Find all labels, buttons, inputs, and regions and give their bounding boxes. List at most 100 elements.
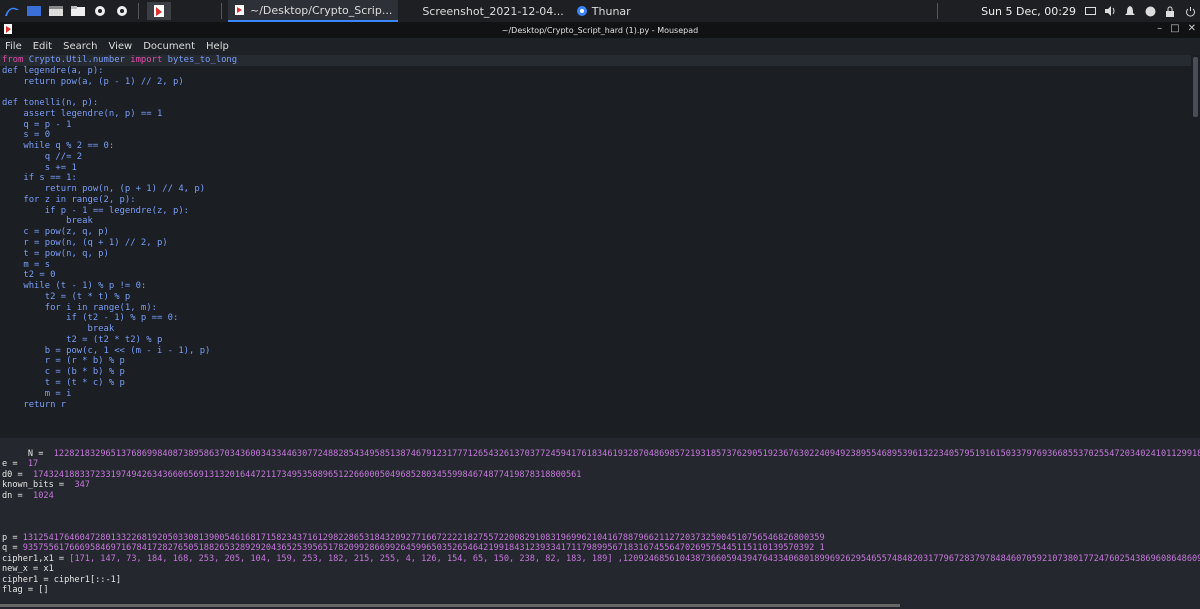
menu-file[interactable]: File: [0, 41, 28, 52]
code-line[interactable]: from Crypto.Util.number import bytes_to_…: [0, 55, 1191, 66]
code-line[interactable]: return pow(n, (p + 1) // 4, p): [0, 184, 1191, 195]
code-line[interactable]: q = p - 1: [0, 120, 1191, 131]
terminal-line: cipher1,x1 = [171, 147, 73, 184, 168, 25…: [0, 554, 1200, 565]
folder-icon: [576, 6, 587, 16]
desktop-icon[interactable]: [24, 2, 44, 20]
menu-search[interactable]: Search: [58, 41, 103, 52]
taskbar-item-label: Thunar: [591, 4, 631, 18]
minimize-icon[interactable]: –: [1157, 23, 1162, 34]
code-line[interactable]: t2 = (t2 * t2) % p: [0, 335, 1191, 346]
terminal-line: flag = []: [0, 585, 1200, 596]
code-line[interactable]: if s == 1:: [0, 173, 1191, 184]
code-editor[interactable]: from Crypto.Util.number import bytes_to_…: [0, 55, 1191, 438]
terminal-launcher-icon[interactable]: [46, 2, 66, 20]
menu-view[interactable]: View: [103, 41, 138, 52]
code-line[interactable]: for z in range(2, p):: [0, 195, 1191, 206]
code-line[interactable]: [0, 87, 1191, 98]
system-tray: Sun 5 Dec, 00:29: [981, 0, 1196, 22]
terminal-line: new_x = x1: [0, 564, 1200, 575]
panel-separator: [936, 3, 938, 19]
terminal-label: flag = []: [2, 585, 49, 595]
menu-document[interactable]: Document: [138, 41, 201, 52]
window-title: ~/Desktop/Crypto_Script_hard (1).py - Mo…: [501, 25, 699, 35]
taskbar-item-mousepad[interactable]: ~/Desktop/Crypto_Scrip...: [228, 0, 399, 22]
terminal-value: 347: [74, 480, 90, 490]
code-line[interactable]: t = pow(n, q, p): [0, 249, 1191, 260]
code-line[interactable]: c = pow(z, q, p): [0, 227, 1191, 238]
clock[interactable]: Sun 5 Dec, 00:29: [981, 5, 1076, 18]
code-line[interactable]: r = (r * b) % p: [0, 356, 1191, 367]
network-icon[interactable]: [1144, 5, 1156, 17]
code-line[interactable]: while q % 2 == 0:: [0, 141, 1191, 152]
lock-icon[interactable]: [1164, 5, 1176, 17]
scrollbar-thumb[interactable]: [1193, 57, 1198, 117]
taskbar-item-thunar[interactable]: Thunar: [570, 0, 637, 22]
power-icon[interactable]: [1184, 5, 1196, 17]
top-panel: ~/Desktop/Crypto_Scrip... Screenshot_202…: [0, 0, 1200, 22]
code-line[interactable]: return pow(a, (p - 1) // 2, p): [0, 77, 1191, 88]
code-line[interactable]: s += 1: [0, 163, 1191, 174]
terminal-output[interactable]: N = 122821832965137686998408738958637034…: [0, 438, 1200, 609]
close-icon[interactable]: ✕: [1188, 23, 1196, 34]
window-titlebar[interactable]: ~/Desktop/Crypto_Script_hard (1).py - Mo…: [0, 22, 1200, 38]
menu-help[interactable]: Help: [201, 41, 235, 52]
code-line[interactable]: b = pow(c, 1 << (m - i - 1), p): [0, 346, 1191, 357]
maximize-icon[interactable]: □: [1170, 23, 1179, 34]
display-icon[interactable]: [1084, 5, 1096, 17]
kali-menu-icon[interactable]: [2, 2, 22, 20]
workspace-switcher-icon[interactable]: [147, 2, 171, 20]
terminal-value: 1024: [33, 490, 54, 501]
terminal-line: p = 131254176460472801332268192050330813…: [0, 533, 1200, 544]
terminal-label: d0 =: [2, 469, 34, 480]
code-line[interactable]: def legendre(a, p):: [0, 66, 1191, 77]
code-line[interactable]: return r: [0, 400, 1191, 411]
code-line[interactable]: c = (b * b) % p: [0, 367, 1191, 378]
code-line[interactable]: t2 = 0: [0, 270, 1191, 281]
terminal-line: q = 935755617666958469716784172827650518…: [0, 543, 1200, 554]
terminal-value: 1743241883372331974942634366065691313201…: [33, 469, 582, 480]
terminal-line: cipher1 = cipher1[::-1]: [0, 575, 1200, 586]
code-line[interactable]: if p - 1 == legendre(z, p):: [0, 206, 1191, 217]
terminal-value: 1312541764604728013322681920503308139005…: [22, 532, 825, 543]
code-line[interactable]: m = s: [0, 260, 1191, 271]
code-line[interactable]: assert legendre(n, p) == 1: [0, 109, 1191, 120]
terminal-label: p =: [2, 532, 23, 543]
code-line[interactable]: s = 0: [0, 130, 1191, 141]
vertical-scrollbar[interactable]: [1191, 55, 1200, 438]
code-line[interactable]: m = i: [0, 389, 1191, 400]
terminal-line: d0 = 17432418833723319749426343660656913…: [0, 470, 1200, 481]
horizontal-scrollbar[interactable]: [0, 604, 900, 607]
code-line[interactable]: for i in range(1, m):: [0, 303, 1191, 314]
terminal-label: known_bits =: [2, 480, 75, 490]
taskbar-item-label: Screenshot_2021-12-04...: [422, 4, 564, 18]
code-line[interactable]: break: [0, 216, 1191, 227]
code-line[interactable]: t = (t * c) % p: [0, 378, 1191, 389]
terminal-label: e =: [2, 459, 28, 469]
taskbar-item-screenshot[interactable]: Screenshot_2021-12-04...: [416, 0, 569, 22]
code-line[interactable]: while (t - 1) % p != 0:: [0, 281, 1191, 292]
terminal-value: [171, 147, 73, 184, 168, 253, 205, 104, …: [69, 553, 1200, 564]
files-launcher-icon[interactable]: [68, 2, 88, 20]
terminal-line: N = 122821832965137686998408738958637034…: [0, 449, 1200, 460]
volume-icon[interactable]: [1104, 5, 1116, 17]
notification-bell-icon[interactable]: [1124, 5, 1136, 17]
code-line[interactable]: t2 = (t * t) % p: [0, 292, 1191, 303]
terminal-line: dn = 1024: [0, 491, 1200, 502]
terminal-line: known_bits = 347: [0, 480, 1200, 491]
code-line[interactable]: if (t2 - 1) % p == 0:: [0, 313, 1191, 324]
terminal-value: 17: [27, 459, 39, 469]
mousepad-icon: [3, 24, 14, 37]
code-line[interactable]: r = pow(n, (q + 1) // 2, p): [0, 238, 1191, 249]
settings-manager-icon[interactable]: [112, 2, 132, 20]
settings-icon[interactable]: [90, 2, 110, 20]
code-line[interactable]: def tonelli(n, p):: [0, 98, 1191, 109]
code-line[interactable]: break: [0, 324, 1191, 335]
terminal-line: e = 17: [0, 459, 1200, 470]
terminal-value: 1228218329651376869984087389586370343600…: [53, 448, 1200, 459]
code-line[interactable]: q //= 2: [0, 152, 1191, 163]
menu-edit[interactable]: Edit: [28, 41, 58, 52]
